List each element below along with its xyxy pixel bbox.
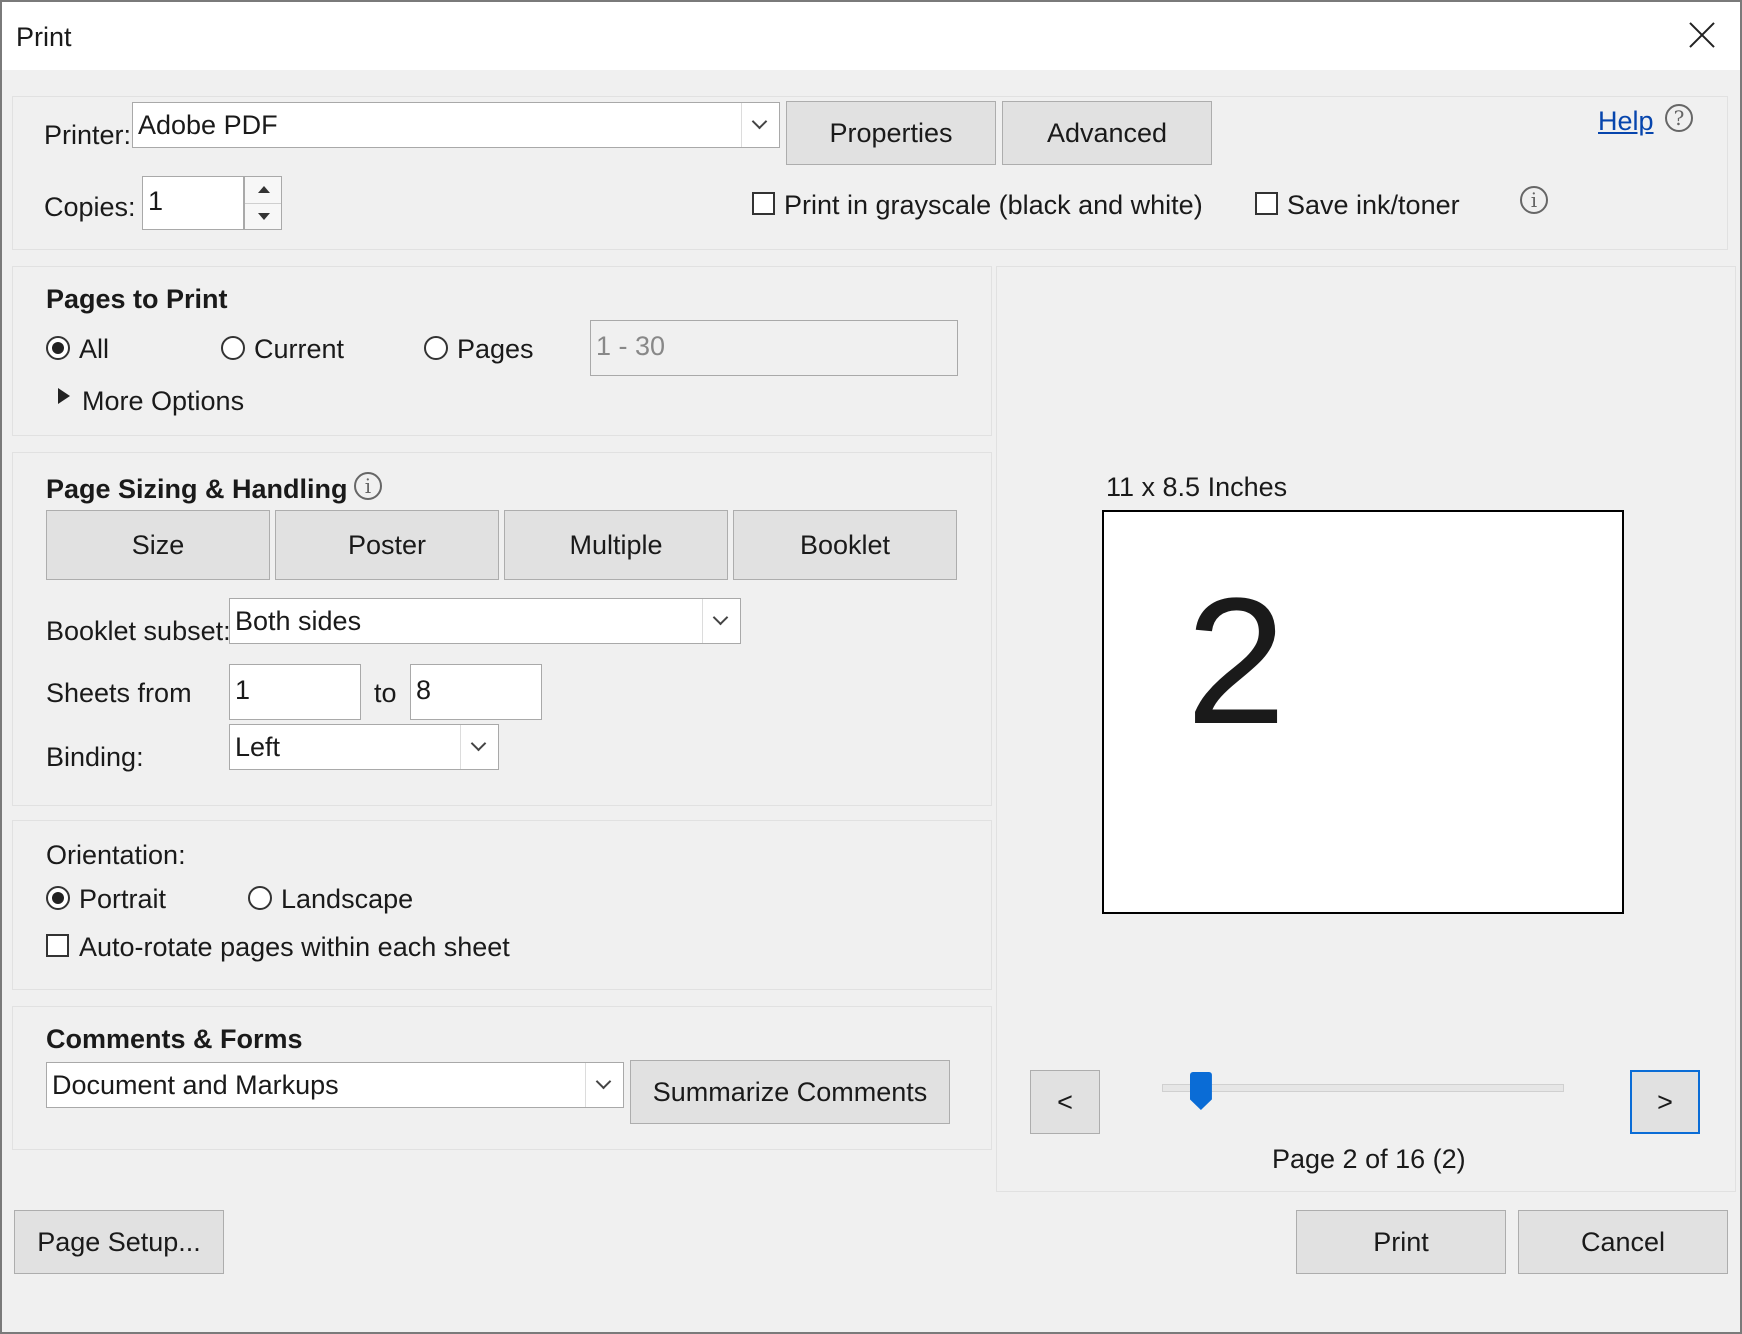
- copies-label: Copies:: [44, 192, 136, 222]
- save-ink-label: Save ink/toner: [1287, 190, 1460, 220]
- stepper-up-icon[interactable]: [258, 186, 270, 193]
- close-icon[interactable]: [1682, 16, 1722, 56]
- printer-label: Printer:: [44, 120, 132, 150]
- tab-multiple[interactable]: Multiple: [504, 510, 728, 580]
- advanced-button-label: Advanced: [1046, 118, 1168, 148]
- info-icon[interactable]: i: [1520, 186, 1548, 214]
- booklet-subset-value: Both sides: [235, 606, 362, 636]
- landscape-label: Landscape: [281, 884, 414, 914]
- next-page-label: >: [1657, 1087, 1673, 1117]
- booklet-subset-label: Booklet subset:: [46, 616, 231, 646]
- page-setup-label: Page Setup...: [37, 1227, 201, 1257]
- prev-page-label: <: [1057, 1087, 1073, 1117]
- sizing-info-icon[interactable]: i: [354, 472, 382, 500]
- current-radio[interactable]: [221, 336, 245, 360]
- tab-size[interactable]: Size: [46, 510, 270, 580]
- sheets-from-input[interactable]: 1: [229, 664, 361, 720]
- window-title: Print: [16, 22, 72, 52]
- chevron-down-icon: [460, 725, 498, 769]
- chevron-down-icon: [741, 103, 779, 147]
- pages-label: Pages: [457, 334, 534, 364]
- current-label: Current: [254, 334, 345, 364]
- cancel-button[interactable]: Cancel: [1518, 1210, 1728, 1274]
- pages-heading: Pages to Print: [46, 284, 228, 314]
- summarize-comments-button[interactable]: Summarize Comments: [630, 1060, 950, 1124]
- copies-stepper[interactable]: [244, 176, 282, 230]
- tab-multiple-label: Multiple: [569, 530, 663, 560]
- properties-button-label: Properties: [829, 118, 953, 148]
- auto-rotate-label: Auto-rotate pages within each sheet: [79, 932, 510, 962]
- tab-poster-label: Poster: [347, 530, 427, 560]
- help-circle-icon[interactable]: ?: [1665, 104, 1693, 132]
- comments-select[interactable]: Document and Markups: [46, 1062, 624, 1108]
- comments-select-value: Document and Markups: [52, 1070, 339, 1100]
- copies-input[interactable]: 1: [142, 176, 244, 230]
- all-label: All: [79, 334, 110, 364]
- print-button-label: Print: [1373, 1227, 1429, 1257]
- binding-label: Binding:: [46, 742, 144, 772]
- sheets-to-value: 8: [416, 675, 432, 705]
- portrait-label: Portrait: [79, 884, 167, 914]
- tab-poster[interactable]: Poster: [275, 510, 499, 580]
- sheets-from-value: 1: [235, 675, 251, 705]
- help-link[interactable]: Help: [1598, 106, 1654, 137]
- all-radio[interactable]: [46, 336, 70, 360]
- more-options-toggle[interactable]: More Options: [82, 386, 244, 417]
- properties-button[interactable]: Properties: [786, 101, 996, 165]
- auto-rotate-checkbox[interactable]: [46, 934, 69, 957]
- advanced-button[interactable]: Advanced: [1002, 101, 1212, 165]
- binding-value: Left: [235, 732, 281, 762]
- next-page-button[interactable]: >: [1630, 1070, 1700, 1134]
- landscape-radio[interactable]: [248, 886, 272, 910]
- preview-page: 2: [1102, 510, 1624, 914]
- save-ink-checkbox[interactable]: [1255, 192, 1278, 215]
- copies-value: 1: [148, 186, 164, 216]
- sheets-to-input[interactable]: 8: [410, 664, 542, 720]
- print-button[interactable]: Print: [1296, 1210, 1506, 1274]
- prev-page-button[interactable]: <: [1030, 1070, 1100, 1134]
- portrait-radio[interactable]: [46, 886, 70, 910]
- page-range-value: 1 - 30: [596, 331, 666, 361]
- printer-select-value: Adobe PDF: [138, 110, 278, 140]
- preview-page-number: 2: [1186, 561, 1287, 762]
- tab-size-label: Size: [131, 530, 185, 560]
- chevron-down-icon: [702, 599, 740, 643]
- chevron-down-icon: [585, 1063, 623, 1107]
- page-setup-button[interactable]: Page Setup...: [14, 1210, 224, 1274]
- page-slider-track[interactable]: [1162, 1084, 1564, 1092]
- cancel-button-label: Cancel: [1580, 1227, 1666, 1257]
- preview-size-label: 11 x 8.5 Inches: [1106, 472, 1288, 502]
- print-dialog: Print Printer: Adobe PDF Properties Adva…: [0, 0, 1742, 1334]
- pages-radio[interactable]: [424, 336, 448, 360]
- triangle-right-icon[interactable]: [58, 388, 70, 404]
- orientation-heading: Orientation:: [46, 840, 186, 870]
- tab-booklet-label: Booklet: [799, 530, 891, 560]
- booklet-subset-select[interactable]: Both sides: [229, 598, 741, 644]
- grayscale-label: Print in grayscale (black and white): [784, 190, 1203, 220]
- stepper-down-icon[interactable]: [258, 213, 270, 220]
- grayscale-checkbox[interactable]: [752, 192, 775, 215]
- binding-select[interactable]: Left: [229, 724, 499, 770]
- tab-booklet[interactable]: Booklet: [733, 510, 957, 580]
- title-bar: Print: [2, 2, 1740, 70]
- comments-heading: Comments & Forms: [46, 1024, 303, 1054]
- printer-select[interactable]: Adobe PDF: [132, 102, 780, 148]
- summarize-comments-label: Summarize Comments: [652, 1077, 928, 1107]
- sheets-to-label: to: [374, 678, 397, 708]
- sizing-heading: Page Sizing & Handling: [46, 474, 348, 504]
- page-range-input[interactable]: 1 - 30: [590, 320, 958, 376]
- sheets-from-label: Sheets from: [46, 678, 192, 708]
- page-status: Page 2 of 16 (2): [1272, 1144, 1466, 1174]
